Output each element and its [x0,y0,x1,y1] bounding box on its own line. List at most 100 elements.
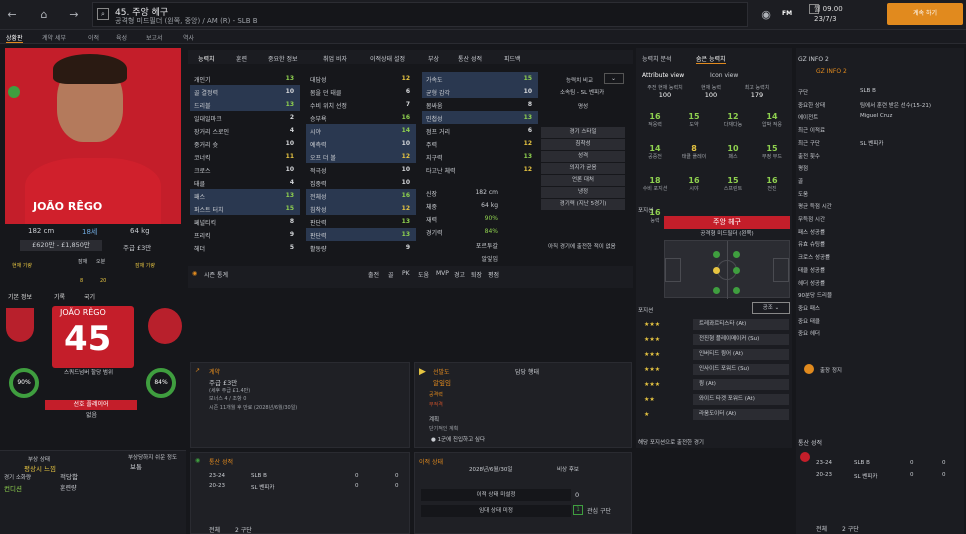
physical-value: 포르투갈 [475,243,498,250]
tab-ability-analysis[interactable]: 능력치 분석 [642,54,672,63]
attribute-name: 장거리 스로인 [194,129,230,136]
info-row: 패스 성공률 [798,226,958,237]
globe-icon[interactable]: ◉ [758,7,774,23]
role-row[interactable]: ★★ 와이드 타겟 포워드 (At) [641,393,791,406]
role-stars: ★★★ [644,351,661,358]
role-row[interactable]: ★★★ 트레콰르티스타 (At) [641,318,791,331]
physical-value: 90% [484,215,498,222]
attribute-row: 적극성 10 [306,163,416,176]
attribute-value: 8 [527,101,532,108]
tab-contract[interactable]: 계약 세부 [42,33,66,42]
side-button[interactable]: 경기력 (지난 5경기) [541,199,625,210]
role-row[interactable]: ★★★ 인사이드 포워드 (Su) [641,363,791,376]
role-name: 와이드 타겟 포워드 (At) [693,394,789,405]
info-row: 중요 태클 [798,315,958,326]
continue-button[interactable]: 계속 하기 [887,3,963,25]
role-row[interactable]: ★★★ 인버티드 윙어 (At) [641,348,791,361]
hidden-attribute-label: 부정 부드 [762,154,782,160]
tab-overview[interactable]: 상황판 [6,33,23,43]
mental-attributes: 대담성 12 몸을 던 태클 6 수비 위치 선정 7 승부욕 16 시야 14 예측력 10 오프 더… [306,72,416,254]
side-button[interactable]: 언론 대처 [541,175,625,186]
tab-nation[interactable]: 국기 [84,292,95,301]
attribute-name: 주력 [426,142,438,149]
attribute-name: 집중력 [310,181,327,188]
stats-icon: ◉ [192,270,198,277]
transfer-card: 이적 상태 2028년/6월/30일 비상 후보 이적 상태 미설정 0 임대 … [414,452,632,534]
tab-history[interactable]: 역사 [183,33,194,42]
info-hist-club-1: SLB B [854,460,870,466]
role-row[interactable]: ★★★ 전진형 플레이메이커 (Su) [641,333,791,346]
hidden-attribute-cell: 16 시야 [675,176,713,192]
info-key: 도움 [798,191,809,198]
hidden-attribute-value: 8 [691,144,697,153]
tab-feedback[interactable]: 피드백 [504,54,521,63]
role-row[interactable]: ★★★ 윙 (At) [641,378,791,391]
attribute-value: 2 [289,114,294,121]
attribute-name: 적극성 [310,168,327,175]
duty-dropdown[interactable]: 공조 ⌄ [752,302,790,314]
role-stars: ★★ [644,396,655,403]
side-button[interactable]: 성격 [541,151,625,162]
contract-expiry: 시즌 11개월 후 만료 (2028년/6월/30일) [209,405,298,411]
stat-pk: PK [402,270,410,277]
squad-number-range: 스쿼드넘버 할당 범위 [64,370,114,376]
attribute-value: 12 [523,140,532,147]
side-button[interactable]: 의지가 굳음 [541,163,625,174]
tab-development[interactable]: 육성 [116,33,127,42]
compare-dropdown[interactable]: ⌄ [604,73,624,84]
attribute-value: 13 [523,114,532,121]
tab-reports[interactable]: 보고서 [146,33,163,42]
transfer-head: 이적 상태 [419,459,443,466]
tab-training[interactable]: 훈련 [236,54,247,63]
side-button[interactable]: 명성 [541,102,625,113]
attribute-row: 개인기 13 [190,72,300,85]
club-label: 소속팀 - SL 벤피카 [560,90,605,96]
tab-injury[interactable]: 부상 [428,54,439,63]
attribute-value: 16 [401,114,410,121]
attribute-row: 몸싸움 8 [422,98,538,111]
tab-basic-info[interactable]: 기본 정보 [8,292,32,301]
attribute-row: 전체성 16 [306,189,416,202]
icon-view-button[interactable]: Icon view [710,72,738,79]
plans-short: 단기적인 계획 [429,426,459,432]
hidden-attribute-cell: 15 도약 [675,112,713,128]
forward-icon[interactable]: → [66,7,82,23]
attribute-value: 4 [289,127,294,134]
tab-career-stats[interactable]: 통산 성적 [458,54,482,63]
attribute-view-button[interactable]: Attribute view [642,72,684,79]
history-goals-1: 0 [395,473,399,479]
tab-records[interactable]: 기록 [54,292,65,301]
bar-value-2: 8 [80,278,84,284]
player-photo: JOÃO RÊGO [5,48,181,224]
loan-status-row: 임대 상태 미정 [421,505,571,517]
back-icon[interactable]: ← [4,7,20,23]
tab-transfer-status[interactable]: 이적상태 설정 [370,54,405,63]
side-button[interactable]: 냉정 [541,187,625,198]
home-icon[interactable]: ⌂ [36,7,52,23]
condition-label: 컨디션 [4,485,22,493]
side-button[interactable]: 침착성 [541,139,625,150]
attribute-row: 타고난 체력 12 [422,163,538,176]
attribute-name: 시야 [310,129,322,136]
position-player-name: 주앙 헤구 [664,216,790,229]
stat-apps: 출전 [368,272,380,279]
side-button[interactable]: 경기 스타일 [541,127,625,138]
preferred-player-value: 없음 [86,412,98,419]
physical-value: 64 kg [481,202,498,209]
tab-important-info[interactable]: 중요한 정보 [268,54,298,63]
role-row[interactable]: ★ 라움도이터 (At) [641,408,791,421]
attribute-name: 헤더 [194,246,206,253]
tab-hidden-attributes[interactable]: 숨은 능력치 [696,54,726,64]
transfer-status-row: 이적 상태 미설정 [421,489,571,501]
attribute-row: 판단력 13 [306,228,416,241]
hidden-attribute-cell: 14 압박 적응 [753,112,791,128]
tab-attributes[interactable]: 능력치 [198,54,215,63]
attribute-name: 일대일마크 [194,116,222,123]
tab-transfer[interactable]: 이적 [88,33,99,42]
hidden-attribute-label: 압박 적응 [762,122,782,128]
tab-work-permit[interactable]: 취업 비자 [323,54,347,63]
info-key: 90분당 드리블 [798,293,833,300]
hidden-attribute-cell: 8 태클 플레이 [675,144,713,160]
season-stats-bar: ◉ 시즌 통계 출전 골 PK 도움 MVP 경고 퇴장 평점 [188,266,633,288]
search-icon[interactable]: ⌕ [97,8,109,20]
